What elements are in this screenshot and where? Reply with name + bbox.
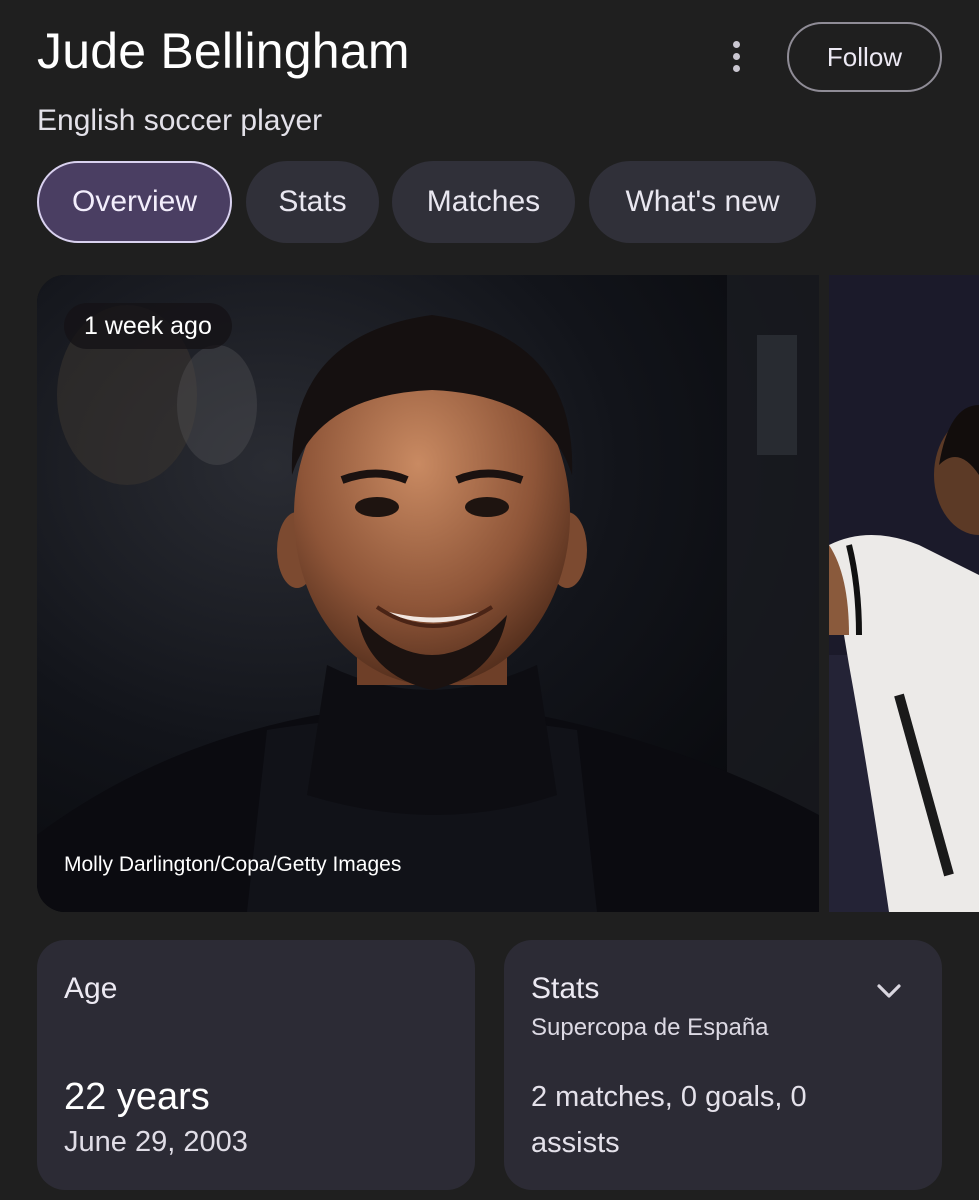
page-subtitle: English soccer player xyxy=(37,104,323,137)
photo-credit: Molly Darlington/Copa/Getty Images xyxy=(64,853,402,876)
stats-competition: Supercopa de España xyxy=(531,1014,769,1041)
stats-card[interactable]: Stats Supercopa de España 2 matches, 0 g… xyxy=(504,940,942,1190)
more-vert-icon-dot xyxy=(732,52,740,60)
stats-summary: 2 matches, 0 goals, 0 assists xyxy=(531,1081,807,1159)
page-title: Jude Bellingham xyxy=(37,23,410,79)
age-value: 22 years xyxy=(64,1076,210,1118)
player-portrait-photo xyxy=(37,275,819,912)
time-badge: 1 week ago xyxy=(64,303,232,349)
player-action-photo xyxy=(829,275,979,912)
age-label: Age xyxy=(64,972,118,1005)
carousel-image-next[interactable] xyxy=(829,275,979,912)
chevron-down-icon[interactable] xyxy=(874,976,904,1006)
tab-stats[interactable]: Stats xyxy=(246,161,379,243)
birth-date: June 29, 2003 xyxy=(64,1126,248,1158)
more-vert-icon xyxy=(732,40,740,48)
follow-button[interactable]: Follow xyxy=(787,22,942,92)
age-card: Age 22 years June 29, 2003 xyxy=(37,940,475,1190)
carousel-image[interactable]: 1 week ago Molly Darlington/Copa/Getty I… xyxy=(37,275,819,912)
more-options-button[interactable] xyxy=(716,36,756,76)
knowledge-panel: Jude Bellingham English soccer player Fo… xyxy=(0,0,979,1200)
tab-overview[interactable]: Overview xyxy=(37,161,232,243)
tab-matches[interactable]: Matches xyxy=(392,161,575,243)
tab-whats-new[interactable]: What's new xyxy=(589,161,816,243)
stats-label: Stats xyxy=(531,972,600,1005)
more-vert-icon-dot xyxy=(732,64,740,72)
